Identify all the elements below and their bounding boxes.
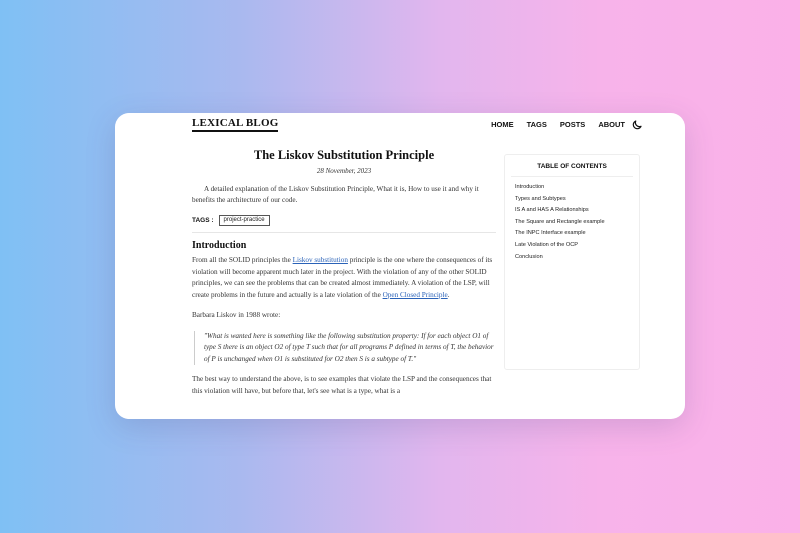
browser-window: LEXICAL BLOG HOME TAGS POSTS ABOUT The L… — [115, 113, 685, 419]
moon-icon[interactable] — [631, 119, 643, 131]
toc-item-is-a-has-a[interactable]: IS A and HAS A Relationships — [515, 205, 639, 217]
open-closed-principle-link[interactable]: Open Closed Principle — [383, 291, 448, 299]
intro-paragraph: From all the SOLID principles the Liskov… — [192, 255, 496, 301]
toc-list: Introduction Types and Subtypes IS A and… — [505, 182, 639, 263]
toc-item-inpc-interface[interactable]: The INPC Interface example — [515, 228, 639, 240]
tags-label: TAGS : — [192, 217, 214, 224]
main-nav: HOME TAGS POSTS ABOUT — [491, 120, 625, 129]
tags-row: TAGS : project-practice — [192, 215, 496, 226]
toc-item-types-and-subtypes[interactable]: Types and Subtypes — [515, 194, 639, 206]
site-header: LEXICAL BLOG HOME TAGS POSTS ABOUT — [115, 113, 685, 143]
toc-item-square-rectangle[interactable]: The Square and Rectangle example — [515, 217, 639, 229]
liskov-substitution-link[interactable]: Liskov substitution — [293, 256, 348, 264]
site-logo[interactable]: LEXICAL BLOG — [192, 117, 279, 132]
toc-divider — [511, 176, 633, 177]
toc-item-conclusion[interactable]: Conclusion — [515, 252, 639, 264]
section-heading-introduction: Introduction — [192, 240, 247, 251]
toc-title: TABLE OF CONTENTS — [537, 163, 607, 170]
article: The Liskov Substitution Principle 28 Nov… — [192, 145, 496, 404]
article-summary: A detailed explanation of the Liskov Sub… — [192, 185, 479, 204]
toc-item-introduction[interactable]: Introduction — [515, 182, 639, 194]
article-date: 28 November, 2023 — [316, 167, 372, 175]
nav-home-link[interactable]: HOME — [491, 120, 514, 129]
liskov-intro-paragraph: Barbara Liskov in 1988 wrote: — [192, 311, 281, 319]
nav-posts-link[interactable]: POSTS — [560, 120, 585, 129]
liskov-quote: "What is wanted here is something like t… — [194, 330, 496, 365]
table-of-contents: TABLE OF CONTENTS Introduction Types and… — [504, 154, 640, 370]
closing-paragraph: The best way to understand the above, is… — [192, 375, 492, 395]
tag-project-practice[interactable]: project-practice — [218, 215, 270, 226]
divider — [192, 232, 496, 233]
nav-about-link[interactable]: ABOUT — [598, 120, 625, 129]
text-segment: From all the SOLID principles the — [192, 256, 293, 264]
nav-tags-link[interactable]: TAGS — [527, 120, 547, 129]
text-segment: . — [447, 290, 450, 299]
toc-item-late-violation-ocp[interactable]: Late Violation of the OCP — [515, 240, 639, 252]
article-title: The Liskov Substitution Principle — [253, 148, 435, 162]
